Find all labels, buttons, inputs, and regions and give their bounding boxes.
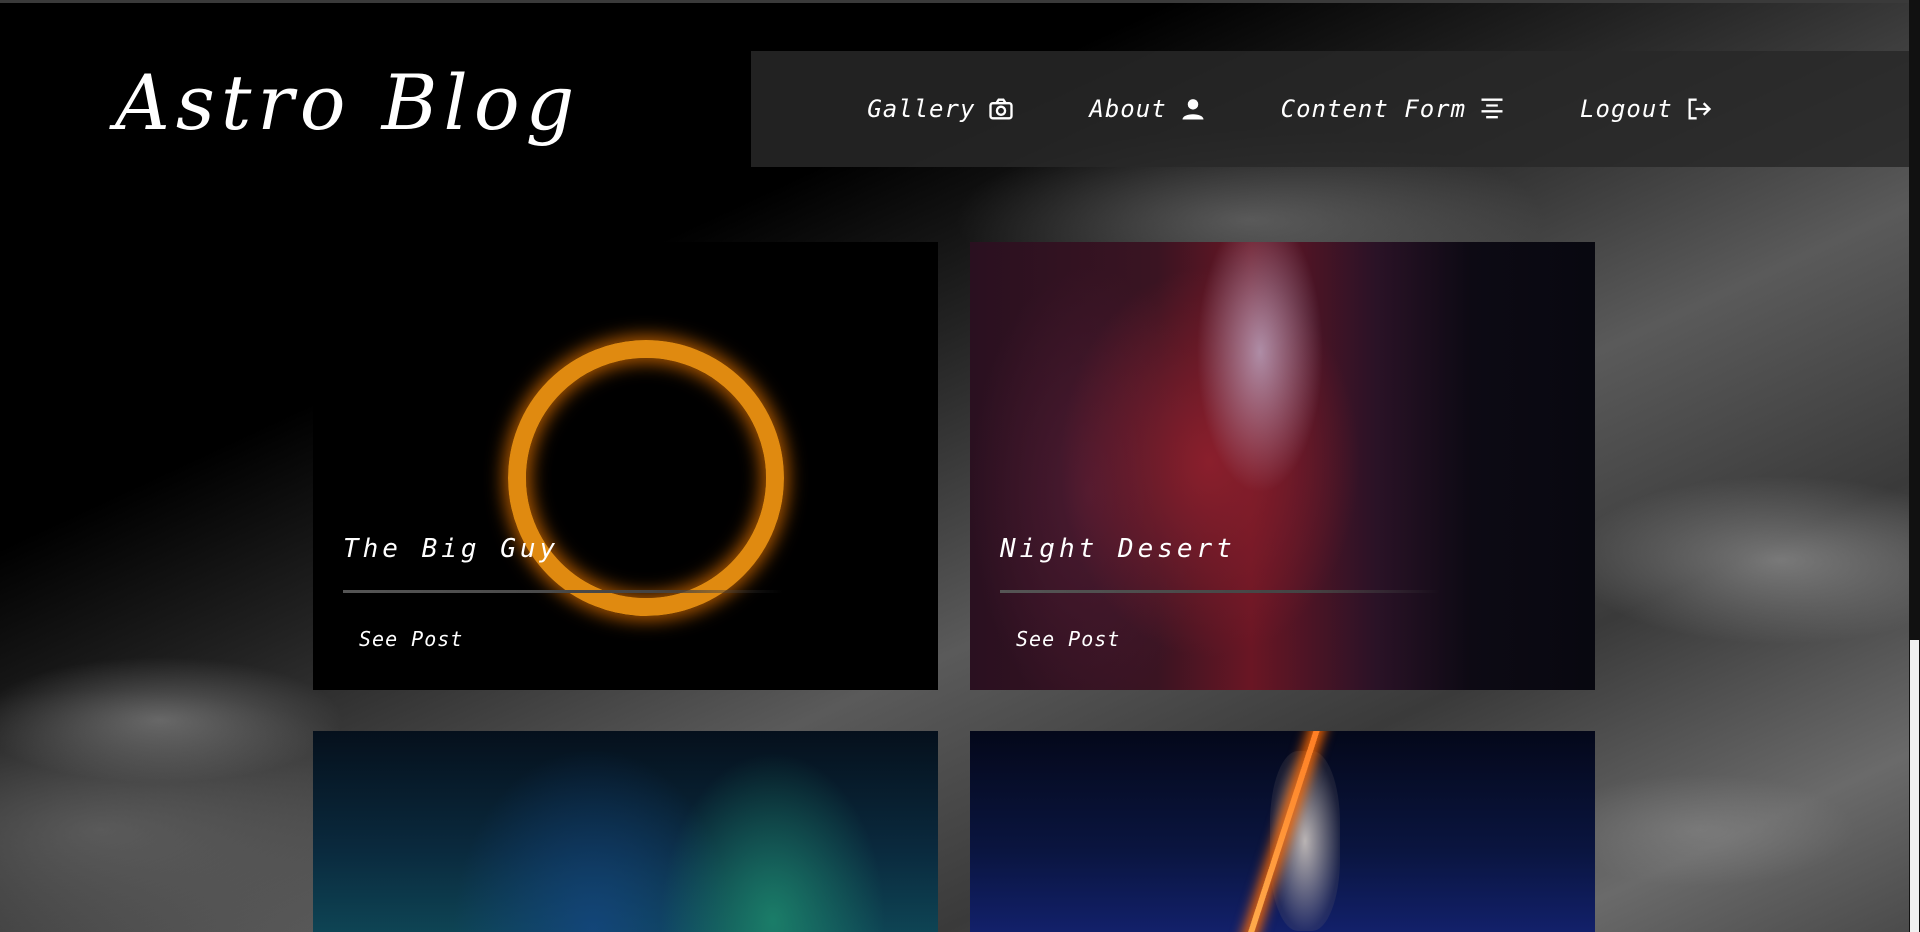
page: Astro Blog Gallery About Content Form Lo… xyxy=(0,0,1920,932)
nav-item-label: Content Form xyxy=(1280,95,1467,123)
see-post-link[interactable]: See Post xyxy=(359,627,463,651)
nav-item-gallery[interactable]: Gallery xyxy=(867,95,1015,123)
post-card[interactable]: The Big Guy See Post xyxy=(313,242,938,690)
nav-item-logout[interactable]: Logout xyxy=(1580,95,1713,123)
align-center-icon xyxy=(1481,98,1503,119)
nav-item-content-form[interactable]: Content Form xyxy=(1281,95,1506,123)
fire-ring-image xyxy=(508,340,784,616)
see-post-link[interactable]: See Post xyxy=(1016,627,1120,651)
camera-icon xyxy=(989,98,1014,120)
nav-item-about[interactable]: About xyxy=(1089,95,1206,123)
logout-icon xyxy=(1688,98,1711,120)
title-divider xyxy=(1000,590,1440,593)
nav-item-label: Gallery xyxy=(867,95,976,123)
nav-item-label: Logout xyxy=(1580,95,1673,123)
nav-item-label: About xyxy=(1089,95,1167,123)
title-divider xyxy=(343,590,783,593)
post-card[interactable]: Night Desert See Post xyxy=(970,242,1595,690)
scrollbar-track[interactable] xyxy=(1909,0,1920,932)
post-card-rocket[interactable] xyxy=(970,731,1595,932)
post-title: Night Desert xyxy=(1000,534,1236,564)
scrollbar-thumb[interactable] xyxy=(1910,640,1919,932)
main-navbar: Gallery About Content Form Logout xyxy=(751,51,1909,167)
user-icon xyxy=(1182,99,1204,120)
post-title: The Big Guy xyxy=(343,534,560,564)
post-card-aurora[interactable] xyxy=(313,731,938,932)
site-logo[interactable]: Astro Blog xyxy=(115,58,580,147)
top-border xyxy=(0,0,1920,3)
